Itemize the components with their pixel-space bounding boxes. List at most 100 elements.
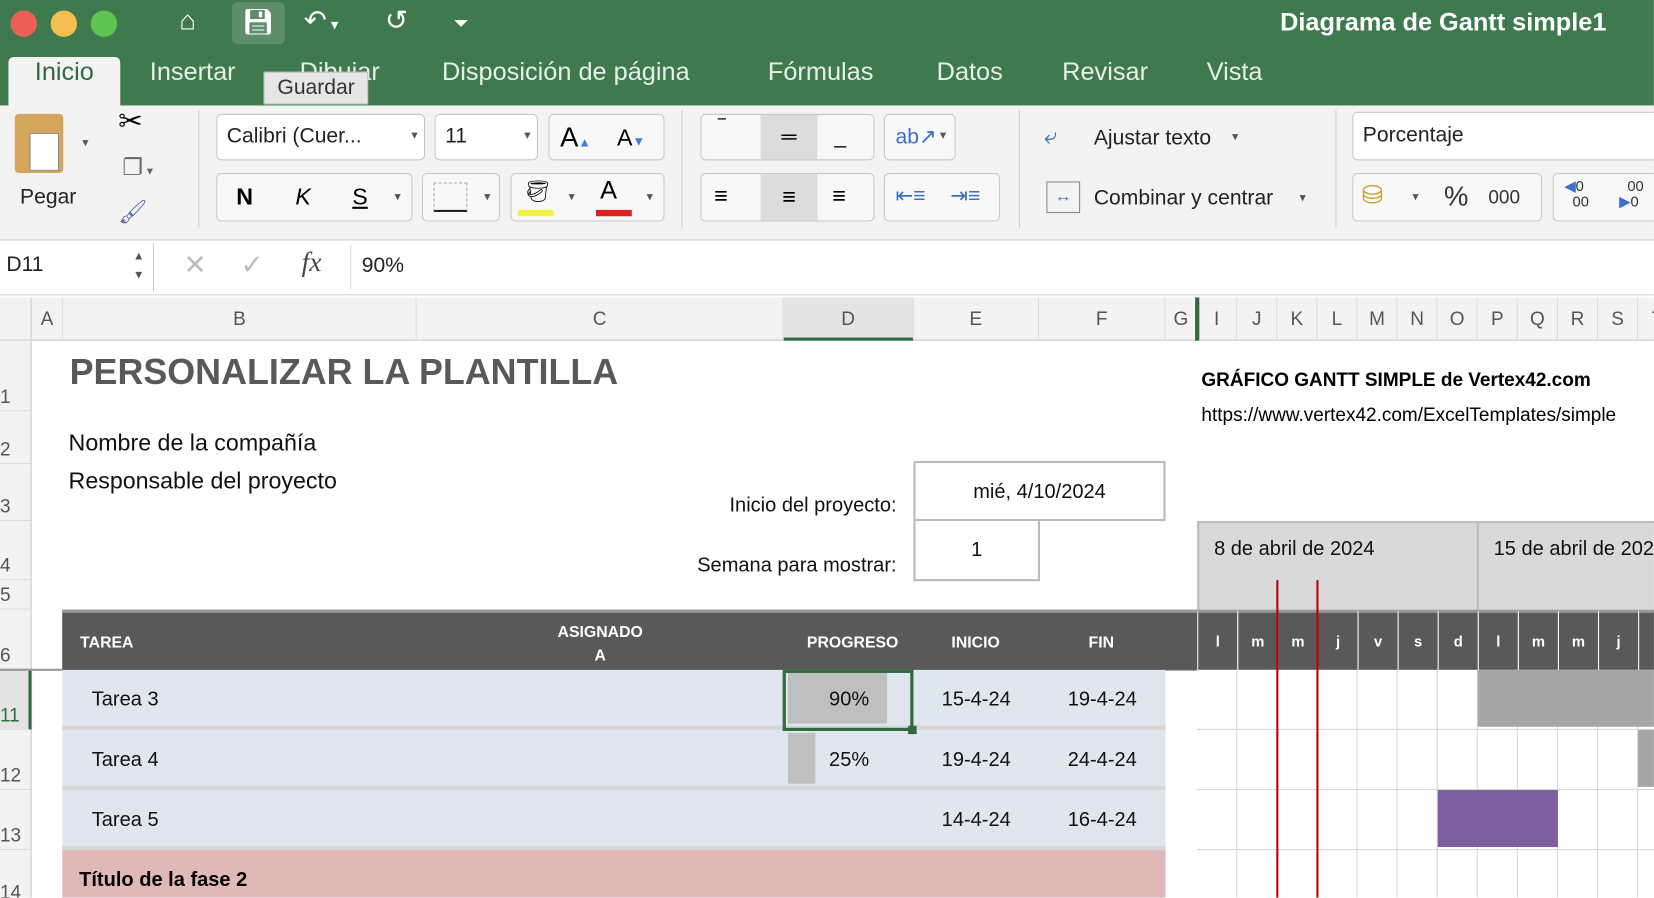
gantt-cell[interactable] — [1598, 850, 1639, 898]
formula-input[interactable]: 90% — [362, 254, 404, 278]
task-name[interactable]: Tarea 5 — [92, 809, 159, 832]
company-name[interactable]: Nombre de la compañía — [69, 429, 317, 456]
gantt-cell[interactable] — [1598, 729, 1639, 791]
enter-icon[interactable]: ✓ — [240, 249, 263, 282]
column-header[interactable]: M — [1357, 297, 1398, 341]
function-icon[interactable]: fx — [302, 247, 322, 279]
column-header[interactable]: C — [416, 297, 784, 341]
align-left-button[interactable]: ≡ — [714, 182, 728, 209]
increase-font-button[interactable]: A▲ — [560, 121, 591, 154]
gantt-cell[interactable] — [1437, 729, 1478, 791]
currency-button[interactable]: ⛁ — [1362, 180, 1383, 211]
font-name-select[interactable]: Calibri (Cuer... ▾ — [216, 113, 426, 161]
orientation-button[interactable]: ab↗ ▾ — [883, 113, 956, 161]
number-format-select[interactable]: Porcentaje — [1352, 111, 1654, 161]
increase-decimal-button[interactable]: ◀0 00 — [1564, 178, 1589, 210]
sheet-title[interactable]: PERSONALIZAR LA PLANTILLA — [70, 352, 619, 393]
redo-icon[interactable]: ↺ — [385, 4, 408, 37]
gantt-cell[interactable] — [1477, 729, 1518, 791]
minimize-window-button[interactable] — [50, 10, 78, 37]
task-end[interactable]: 24-4-24 — [1039, 749, 1166, 772]
gantt-cell[interactable] — [1358, 850, 1398, 898]
column-header[interactable]: G — [1165, 297, 1198, 341]
task-end[interactable]: 16-4-24 — [1039, 809, 1166, 832]
gantt-cell[interactable] — [1277, 850, 1318, 898]
gantt-cell[interactable] — [1357, 790, 1398, 851]
gantt-cell[interactable] — [1277, 669, 1318, 730]
decrease-font-button[interactable]: A▼ — [617, 124, 645, 151]
gantt-cell[interactable] — [1197, 850, 1238, 898]
column-header[interactable]: F — [1038, 297, 1166, 341]
close-window-button[interactable] — [10, 10, 37, 37]
column-header[interactable]: E — [913, 297, 1039, 341]
row-header[interactable]: 5 — [0, 580, 32, 610]
format-painter-icon[interactable]: 🖌︎ — [118, 198, 147, 225]
gantt-cell[interactable] — [1237, 729, 1278, 791]
gantt-cell[interactable] — [1317, 790, 1358, 851]
gantt-cell[interactable] — [1397, 669, 1438, 730]
fill-color-icon[interactable]: 🪣︎ — [524, 178, 551, 204]
thousands-button[interactable]: 000 — [1488, 187, 1520, 209]
gantt-cell[interactable] — [1277, 729, 1318, 791]
task-name[interactable]: Tarea 3 — [92, 689, 159, 712]
borders-button[interactable]: ▾ — [421, 172, 500, 222]
fill-handle[interactable] — [908, 725, 917, 735]
gantt-cell[interactable] — [1357, 669, 1398, 730]
row-header[interactable]: 3 — [0, 464, 32, 522]
paste-label[interactable]: Pegar — [20, 186, 76, 210]
task-start[interactable]: 15-4-24 — [913, 689, 1039, 712]
template-link[interactable]: https://www.vertex42.com/ExcelTemplates/… — [1201, 404, 1616, 426]
gantt-cell[interactable] — [1557, 729, 1599, 791]
row-header[interactable]: 13 — [0, 790, 32, 851]
column-header[interactable]: N — [1397, 297, 1438, 341]
gantt-cell[interactable] — [1357, 729, 1398, 791]
task-name[interactable]: Tarea 4 — [92, 749, 159, 772]
gantt-cell[interactable] — [1237, 790, 1278, 851]
wrap-text-button[interactable]: Ajustar texto — [1094, 127, 1211, 151]
align-bottom-button[interactable]: _ — [834, 126, 846, 150]
name-box[interactable]: D11 ▲ ▼ — [0, 242, 155, 292]
task-progress[interactable]: 25% — [787, 749, 911, 772]
tab-vista[interactable]: Vista — [1192, 57, 1277, 106]
tab-datos[interactable]: Datos — [922, 57, 1018, 106]
phase-2-row[interactable]: Título de la fase 2 — [62, 850, 1166, 898]
column-header[interactable]: I — [1197, 297, 1238, 341]
tab-revisar[interactable]: Revisar — [1047, 57, 1162, 106]
gantt-cell[interactable] — [1317, 669, 1358, 730]
paste-icon[interactable] — [14, 113, 64, 173]
select-all-button[interactable] — [0, 297, 32, 341]
week-display-input[interactable]: 1 — [913, 521, 1041, 582]
row-header[interactable]: 14 — [0, 850, 32, 898]
save-icon[interactable]: 💾︎ — [232, 2, 285, 45]
gantt-cell[interactable] — [1517, 729, 1558, 791]
row-header[interactable]: 11 — [0, 669, 32, 730]
row-header[interactable]: 1 — [0, 340, 32, 412]
column-header[interactable]: K — [1277, 297, 1318, 341]
gantt-cell[interactable] — [1638, 850, 1654, 897]
decrease-indent-button[interactable]: ⇤≡ — [896, 182, 926, 208]
align-right-button[interactable]: ≡ — [832, 182, 846, 209]
gantt-cell[interactable] — [1558, 850, 1599, 898]
project-manager[interactable]: Responsable del proyecto — [69, 467, 337, 494]
row-header[interactable]: 6 — [0, 609, 32, 670]
gantt-cell[interactable] — [1277, 790, 1318, 851]
cut-icon[interactable]: ✂ — [118, 103, 143, 138]
gantt-bar-remaining[interactable] — [1437, 790, 1558, 848]
align-top-button[interactable]: ‾ — [718, 117, 725, 141]
column-header[interactable]: S — [1598, 297, 1639, 341]
font-size-select[interactable]: 11 ▾ — [434, 113, 538, 161]
gantt-cell[interactable] — [1638, 790, 1654, 851]
row-header[interactable]: 4 — [0, 521, 32, 581]
align-center-button[interactable]: ≡ — [760, 174, 818, 221]
home-icon[interactable]: ⌂ — [179, 4, 196, 37]
gantt-cell[interactable] — [1197, 729, 1238, 791]
column-header[interactable]: D — [783, 297, 914, 341]
task-end[interactable]: 19-4-24 — [1039, 689, 1166, 712]
underline-button[interactable]: S — [352, 184, 367, 211]
project-start-input[interactable]: mié, 4/10/2024 — [913, 460, 1166, 522]
bold-button[interactable]: N — [236, 184, 253, 211]
undo-icon[interactable]: ↶ ▾ — [304, 4, 339, 37]
column-header[interactable]: R — [1557, 297, 1599, 341]
column-header[interactable]: O — [1437, 297, 1478, 341]
gantt-cell[interactable] — [1237, 850, 1278, 898]
